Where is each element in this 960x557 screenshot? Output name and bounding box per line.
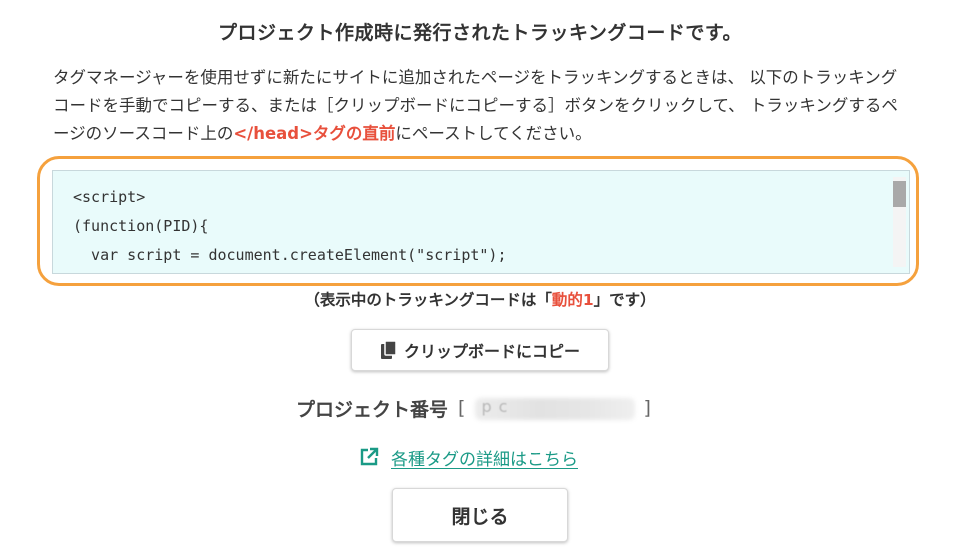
close-button-label: 閉じる: [451, 505, 509, 528]
code-line: <script>: [73, 188, 146, 206]
current-code-prefix: （表示中のトラッキングコードは「: [304, 291, 552, 309]
code-scrollbar-thumb[interactable]: [893, 181, 906, 207]
current-code-note: （表示中のトラッキングコードは「動的1」です）: [0, 288, 960, 310]
project-open-bracket: [: [458, 397, 466, 419]
close-button[interactable]: 閉じる: [392, 488, 568, 542]
project-number-redacted: p c: [481, 397, 509, 416]
code-line: (function(PID){: [73, 217, 209, 235]
copy-button-label: クリップボードにコピー: [403, 342, 580, 361]
description-text-end: にペーストしてください。: [395, 124, 592, 143]
project-number-value: p c: [469, 395, 639, 421]
head-tag-highlight: </head>タグの直前: [233, 124, 396, 143]
tracking-code-dialog: プロジェクト作成時に発行されたトラッキングコードです。 タグマネージャーを使用せ…: [0, 0, 960, 557]
code-line: var script = document.createElement("scr…: [73, 246, 507, 264]
dialog-title: プロジェクト作成時に発行されたトラッキングコードです。: [217, 22, 743, 44]
tracking-code-content[interactable]: <script> (function(PID){ var script = do…: [73, 183, 506, 270]
copy-to-clipboard-button[interactable]: クリップボードにコピー: [351, 329, 609, 371]
tag-details-link[interactable]: 各種タグの詳細はこちら: [359, 444, 578, 470]
external-link-icon: [359, 447, 379, 467]
tracking-code-textarea[interactable]: <script> (function(PID){ var script = do…: [52, 170, 910, 274]
project-number-row: プロジェクト番号 [ p c ]: [296, 393, 651, 423]
code-scrollbar[interactable]: [893, 177, 906, 267]
project-number-label: プロジェクト番号: [296, 398, 449, 421]
copy-icon: [380, 340, 398, 360]
tag-details-link-label[interactable]: 各種タグの詳細はこちら: [391, 445, 578, 470]
dialog-description: タグマネージャーを使用せずに新たにサイトに追加されたページをトラッキングするとき…: [53, 64, 913, 148]
project-close-bracket: ]: [643, 397, 651, 419]
current-code-suffix: 」です）: [593, 291, 656, 309]
current-code-name: 動的1: [551, 291, 594, 309]
